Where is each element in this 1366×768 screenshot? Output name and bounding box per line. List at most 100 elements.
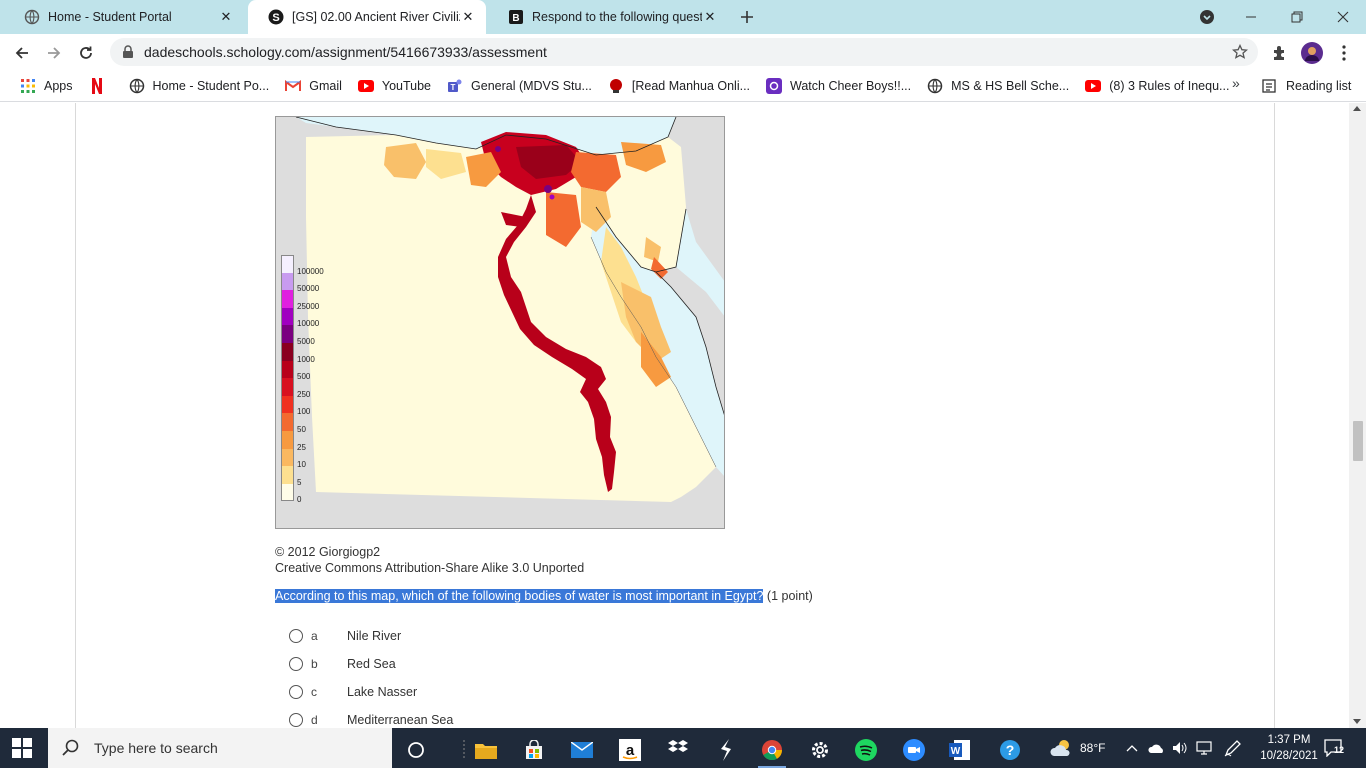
purple-app-icon (766, 77, 783, 94)
legend-swatch (281, 272, 294, 291)
cortana-icon[interactable] (396, 732, 436, 768)
legend-row: 50 (281, 413, 341, 434)
profile-avatar[interactable] (1300, 41, 1324, 65)
teams-icon: T (447, 78, 463, 94)
brainly-icon: B (508, 9, 524, 25)
bookmark-gmail[interactable]: Gmail (277, 73, 350, 99)
tab-search-button[interactable] (1184, 0, 1230, 34)
scroll-thumb[interactable] (1353, 421, 1363, 461)
extensions-icon[interactable] (1268, 41, 1292, 65)
chrome-taskbar-icon[interactable] (752, 732, 792, 768)
word-icon[interactable]: W (940, 732, 980, 768)
browser-toolbar: dadeschools.schology.com/assignment/5416… (0, 34, 1366, 70)
choice-letter: b (311, 657, 318, 671)
svg-text:B: B (512, 13, 519, 24)
bookmark-general-mdvs[interactable]: T General (MDVS Stu... (439, 73, 600, 99)
volume-icon[interactable] (1172, 728, 1188, 768)
mail-icon[interactable] (562, 732, 602, 768)
system-clock[interactable]: 1:37 PM 10/28/2021 (1256, 732, 1322, 764)
legend-row: 25000 (281, 290, 341, 311)
answer-choice-b[interactable]: b Red Sea (289, 657, 396, 671)
answer-choice-c[interactable]: c Lake Nasser (289, 685, 417, 699)
address-bar[interactable]: dadeschools.schology.com/assignment/5416… (110, 38, 1258, 66)
bookmark-read-manhua[interactable]: [Read Manhua Onli... (600, 73, 758, 99)
bookmark-watch-cheer-boys[interactable]: Watch Cheer Boys!!... (758, 73, 919, 99)
search-placeholder: Type here to search (94, 740, 218, 756)
radio-button-d[interactable] (289, 713, 303, 727)
tab-title: [GS] 02.00 Ancient River Civilizati (292, 10, 460, 24)
bookmark-netflix[interactable] (81, 73, 121, 99)
image-license: Creative Commons Attribution-Share Alike… (275, 561, 585, 575)
page-viewport: 100000 50000 25000 10000 5000 1000 500 250 100 50… (0, 103, 1366, 728)
radio-button-a[interactable] (289, 629, 303, 643)
reading-list-button[interactable]: Reading list (1262, 73, 1351, 99)
close-icon[interactable]: ✕ (702, 9, 718, 25)
radio-button-c[interactable] (289, 685, 303, 699)
help-icon[interactable]: ? (990, 732, 1030, 768)
notifications-button[interactable]: 12 (1324, 728, 1346, 768)
new-tab-button[interactable] (736, 6, 758, 28)
chevron-up-icon[interactable] (1126, 728, 1138, 768)
scroll-up-icon[interactable] (1353, 106, 1361, 111)
manhua-icon (608, 78, 624, 94)
menu-kebab-icon[interactable] (1332, 41, 1356, 65)
taskbar-search[interactable]: Type here to search (48, 728, 392, 768)
notification-count: 12 (1334, 745, 1345, 755)
onedrive-cloud-icon[interactable] (1148, 728, 1166, 768)
dropbox-icon[interactable] (658, 732, 698, 768)
bookmark-bell-schedule[interactable]: MS & HS Bell Sche... (919, 73, 1077, 99)
more-bookmarks-icon[interactable]: » (1232, 75, 1240, 91)
scroll-down-icon[interactable] (1353, 719, 1361, 724)
page-scrollbar[interactable] (1349, 103, 1366, 728)
bookmark-youtube[interactable]: YouTube (350, 73, 439, 99)
bookmark-home-student-portal[interactable]: Home - Student Po... (121, 73, 278, 99)
pen-workspace-icon[interactable] (1224, 728, 1242, 768)
legend-swatch (281, 448, 294, 467)
legend-row: 100000 (281, 255, 341, 276)
choice-text: Red Sea (347, 657, 396, 671)
reload-button[interactable] (72, 39, 100, 67)
weather-widget[interactable]: 88°F (1050, 728, 1105, 768)
search-icon (62, 738, 82, 758)
legend-swatch (281, 483, 294, 502)
close-icon[interactable]: ✕ (460, 9, 476, 25)
back-button[interactable] (8, 39, 36, 67)
amazon-icon[interactable]: a (610, 732, 650, 768)
legend-row: 100 (281, 395, 341, 416)
url-text[interactable]: dadeschools.schology.com/assignment/5416… (144, 44, 1230, 60)
close-icon[interactable]: ✕ (218, 9, 234, 25)
windows-start-icon[interactable] (12, 738, 32, 758)
close-window-button[interactable] (1320, 0, 1366, 34)
answer-choice-d[interactable]: d Mediterranean Sea (289, 713, 453, 727)
zoom-icon[interactable] (894, 732, 934, 768)
tab-home-student-portal[interactable]: Home - Student Portal ✕ (4, 0, 244, 34)
lock-icon[interactable] (122, 45, 136, 59)
file-explorer-icon[interactable] (466, 732, 506, 768)
minimize-button[interactable] (1228, 0, 1274, 34)
tab-ancient-river[interactable]: S [GS] 02.00 Ancient River Civilizati ✕ (248, 0, 486, 34)
legend-swatch (281, 307, 294, 326)
legend-swatch (281, 413, 294, 431)
answer-choice-a[interactable]: a Nile River (289, 629, 401, 643)
settings-gear-icon[interactable] (800, 732, 840, 768)
choice-text: Mediterranean Sea (347, 713, 454, 727)
legend-row: 25 (281, 431, 341, 452)
tab-respond-questions[interactable]: B Respond to the following questic ✕ (488, 0, 728, 34)
bookmark-rules-of-inequality[interactable]: (8) 3 Rules of Inequ... (1077, 73, 1237, 99)
legend-row: 10 (281, 448, 341, 469)
clock-time: 1:37 PM (1267, 734, 1311, 746)
microsoft-store-icon[interactable] (514, 732, 554, 768)
bookmark-star-icon[interactable] (1230, 42, 1250, 62)
radio-button-b[interactable] (289, 657, 303, 671)
network-icon[interactable] (1196, 728, 1212, 768)
youtube-icon (357, 78, 374, 94)
spotify-icon[interactable] (846, 732, 886, 768)
forward-button[interactable] (40, 39, 68, 67)
globe-icon (24, 9, 40, 25)
svg-text:T: T (451, 83, 456, 92)
bookmark-apps[interactable]: Apps (12, 73, 81, 99)
question-text-selected: According to this map, which of the foll… (275, 589, 764, 603)
apps-grid-icon (20, 78, 36, 94)
kodi-icon[interactable] (706, 732, 746, 768)
restore-button[interactable] (1274, 0, 1320, 34)
